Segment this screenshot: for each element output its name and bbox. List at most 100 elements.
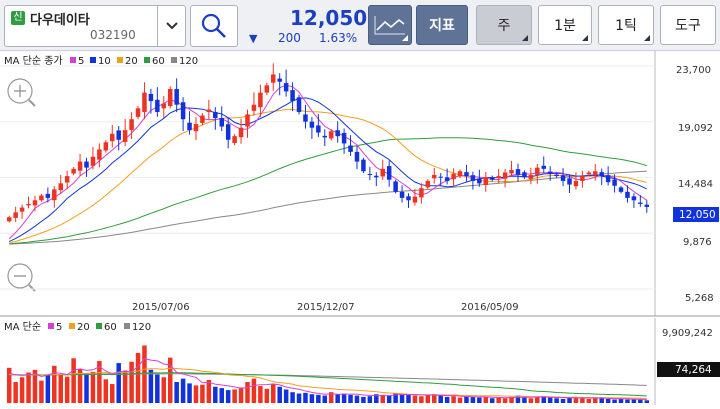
candle-body bbox=[354, 151, 360, 162]
volume-bar bbox=[528, 398, 534, 403]
top-toolbar: 신 다우데이타 032190 12,050 ▼ 200 1.63% 지표 주 1… bbox=[0, 0, 720, 51]
candle-body bbox=[560, 175, 566, 181]
indicator-button[interactable]: 지표 bbox=[416, 5, 468, 45]
legend-swatch-ma120 bbox=[171, 57, 177, 63]
candle-body bbox=[110, 133, 115, 142]
stock-selector[interactable]: 신 다우데이타 032190 bbox=[4, 5, 186, 47]
volume-bar bbox=[26, 372, 31, 403]
candle-body bbox=[52, 189, 57, 201]
volume-bar bbox=[625, 399, 630, 403]
volume-bar bbox=[644, 400, 650, 403]
stock-dropdown-button[interactable] bbox=[157, 6, 186, 46]
vol-legend-swatch-ma120 bbox=[124, 323, 130, 329]
candle-body bbox=[296, 97, 302, 112]
candle-body bbox=[638, 202, 643, 204]
chart-type-button[interactable] bbox=[368, 5, 412, 45]
margin-badge: 신 bbox=[11, 11, 25, 25]
candle-body bbox=[541, 165, 546, 169]
candle-body bbox=[515, 169, 521, 175]
volume-bar bbox=[39, 380, 44, 403]
candle-body bbox=[522, 172, 527, 178]
volume-bar bbox=[251, 378, 257, 403]
candle-body bbox=[464, 172, 469, 177]
volume-bar bbox=[116, 363, 121, 403]
vol-legend-label-ma5: 5 bbox=[56, 322, 62, 333]
candle-body bbox=[573, 180, 579, 187]
legend-label-ma10: 10 bbox=[98, 56, 111, 67]
volume-bar bbox=[238, 387, 244, 403]
period-tick-button[interactable]: 1틱 bbox=[598, 5, 654, 45]
volume-bar bbox=[180, 378, 186, 403]
candle-body bbox=[238, 127, 244, 138]
candle-body bbox=[155, 99, 160, 112]
candle-body bbox=[97, 149, 102, 160]
tools-button[interactable]: 도구 bbox=[660, 5, 716, 45]
volume-legend-title: MA 단순 bbox=[4, 321, 41, 333]
candle-body bbox=[283, 83, 289, 92]
candle-body bbox=[406, 196, 411, 201]
volume-bar bbox=[155, 374, 160, 403]
period-week-button[interactable]: 주 bbox=[476, 5, 532, 45]
candle-body bbox=[122, 130, 128, 142]
legend-swatch-ma10 bbox=[90, 57, 96, 63]
candle-body bbox=[547, 171, 553, 174]
price-axis-label: 14,484 bbox=[678, 179, 713, 190]
candle-body bbox=[348, 145, 353, 152]
volume-bar bbox=[605, 398, 611, 403]
price-volume-chart[interactable]: MA 단순 종가 5 10 20 60 120 23,700 19,092 14… bbox=[0, 51, 720, 405]
candle-body bbox=[438, 176, 443, 178]
candle-body bbox=[477, 178, 482, 184]
period-tick-label: 1틱 bbox=[615, 18, 637, 34]
volume-bar bbox=[586, 398, 592, 403]
period-minute-button[interactable]: 1분 bbox=[538, 5, 592, 45]
candle-body bbox=[135, 108, 141, 117]
candle-body bbox=[644, 204, 650, 207]
current-volume-tag-label: 74,264 bbox=[675, 364, 712, 376]
volume-bar bbox=[258, 386, 263, 403]
candle-body bbox=[489, 177, 495, 180]
current-price-tag-label: 12,050 bbox=[679, 209, 716, 221]
ma10-line bbox=[8, 97, 648, 243]
candle-body bbox=[399, 191, 405, 198]
candle-body bbox=[90, 156, 96, 166]
candle-body bbox=[509, 170, 514, 174]
line-chart-icon bbox=[374, 16, 405, 35]
candle-body bbox=[625, 191, 630, 198]
candle-body bbox=[193, 124, 199, 132]
candle-body bbox=[386, 166, 392, 180]
search-button[interactable] bbox=[190, 5, 238, 47]
volume-bar bbox=[386, 395, 392, 403]
chart-area[interactable]: MA 단순 종가 5 10 20 60 120 23,700 19,092 14… bbox=[0, 51, 720, 405]
candle-body bbox=[116, 130, 121, 140]
candle-body bbox=[45, 193, 51, 198]
volume-bar bbox=[612, 399, 617, 403]
volume-bar bbox=[451, 396, 456, 403]
candle-body bbox=[167, 88, 173, 106]
candle-body bbox=[605, 175, 611, 183]
volume-bar bbox=[271, 384, 276, 403]
candle-body bbox=[599, 172, 604, 177]
candle-body bbox=[148, 93, 154, 102]
candle-body bbox=[580, 176, 585, 181]
candle-body bbox=[264, 85, 270, 93]
price-legend-title: MA 단순 종가 bbox=[4, 55, 63, 67]
volume-bar bbox=[264, 388, 270, 403]
price-legend: MA 단순 종가 5 10 20 60 120 bbox=[4, 55, 198, 67]
ma20-line bbox=[9, 108, 647, 244]
volume-bar bbox=[444, 396, 450, 403]
zoom-in-icon[interactable] bbox=[7, 78, 36, 107]
volume-bar bbox=[290, 392, 295, 403]
legend-label-ma20: 20 bbox=[125, 56, 138, 67]
volume-bar bbox=[361, 396, 366, 403]
candle-body bbox=[219, 118, 224, 127]
zoom-out-icon[interactable] bbox=[7, 263, 36, 292]
volume-legend: MA 단순 5 20 60 120 bbox=[4, 321, 151, 333]
stock-code: 032190 bbox=[90, 28, 136, 42]
volume-bar bbox=[213, 386, 218, 403]
volume-bar bbox=[90, 371, 96, 403]
candle-body bbox=[58, 183, 63, 191]
volume-bar bbox=[225, 390, 231, 403]
candle-body bbox=[631, 196, 637, 201]
volume-bar bbox=[425, 394, 431, 403]
volume-bar bbox=[412, 395, 418, 403]
